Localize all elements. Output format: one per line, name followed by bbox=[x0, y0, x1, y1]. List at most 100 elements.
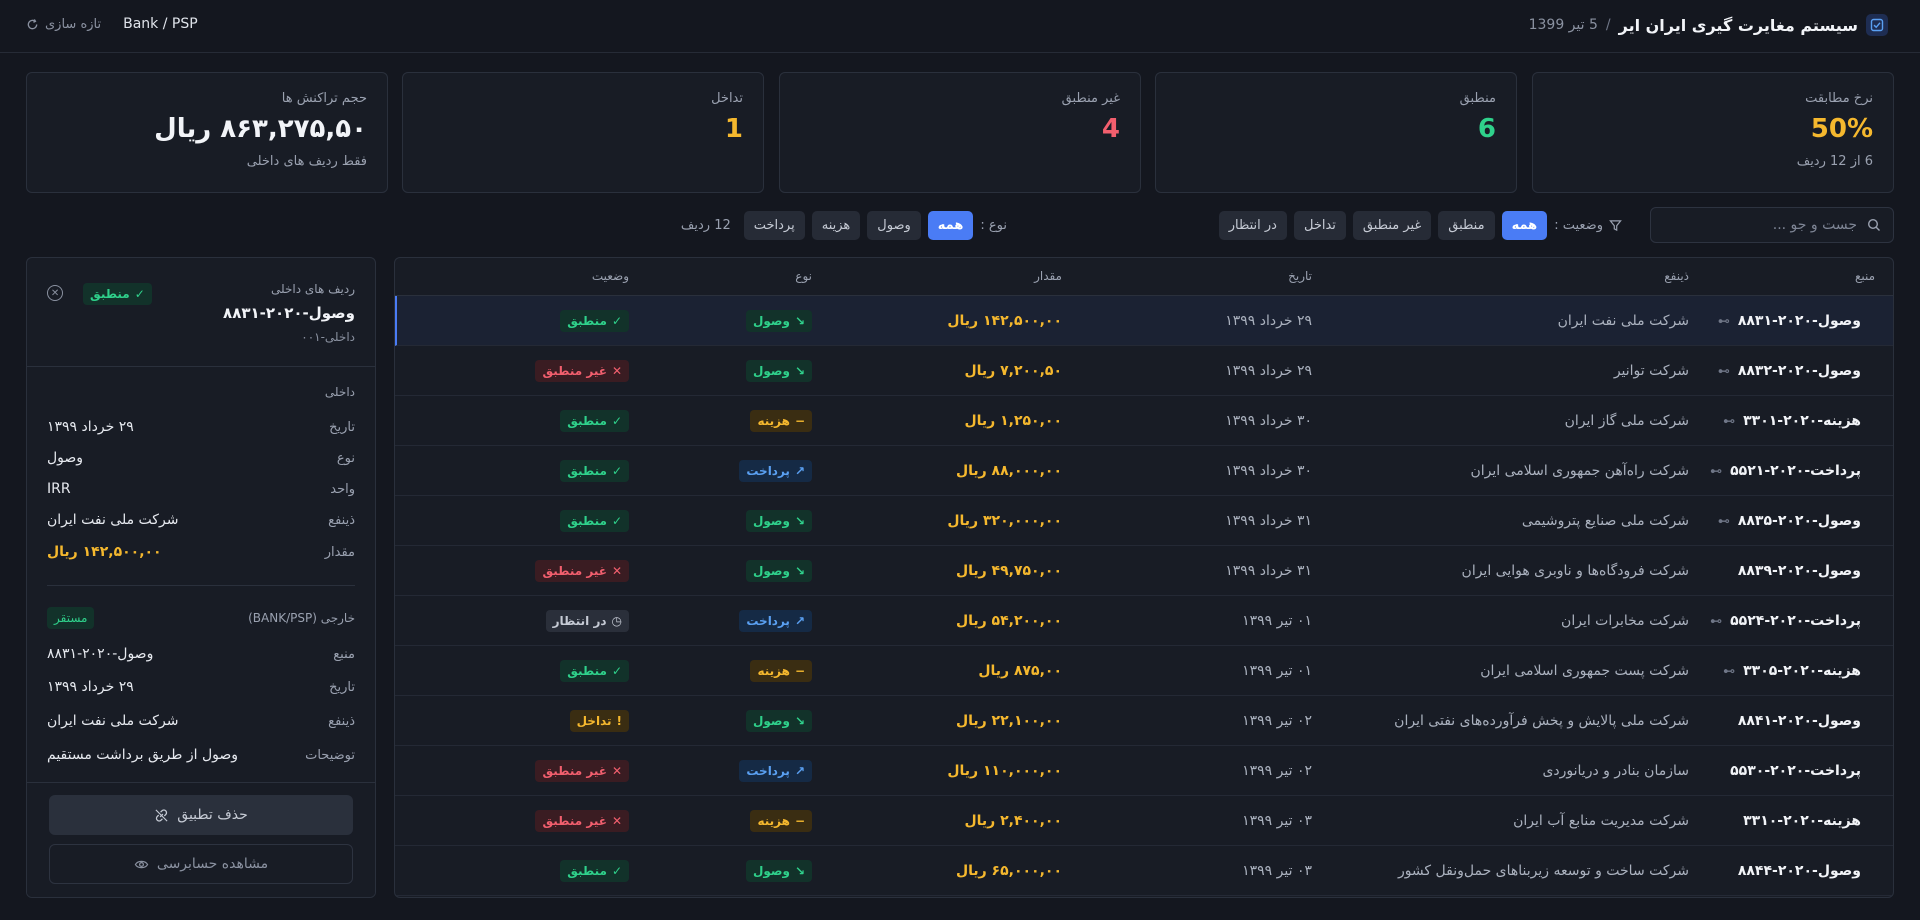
col-payee[interactable]: ذینفع bbox=[1664, 269, 1689, 283]
arrow-down-right-icon: ↘ bbox=[794, 364, 805, 378]
source-id: پرداخت-۲۰۲۰-۵۵۳۰ bbox=[1730, 763, 1861, 779]
table-row[interactable]: پرداخت-۲۰۲۰-۵۵۲۴ ⊶ شرکت مخابرات ایران ۰۱ تی… bbox=[395, 596, 1893, 646]
source-cell: پرداخت-۲۰۲۰-۵۵۳۰ bbox=[1730, 746, 1861, 796]
type-chip-expense[interactable]: هزینه bbox=[811, 210, 861, 240]
col-source[interactable]: منبع bbox=[1855, 269, 1875, 283]
status-chip-pending[interactable]: در انتظار bbox=[1218, 210, 1287, 240]
view-audit-button[interactable]: مشاهده حسابرسی bbox=[49, 844, 353, 884]
status-chip-matched[interactable]: منطبق bbox=[1438, 210, 1495, 240]
table-row[interactable]: وصول-۲۰۲۰-۸۸۴۱ شرکت ملی پالایش و پخش فرآو… bbox=[395, 696, 1893, 746]
search-input[interactable] bbox=[1667, 217, 1857, 233]
payee-cell: شرکت ملی گاز ایران bbox=[1564, 413, 1689, 429]
unmatch-button[interactable]: حذف تطبیق bbox=[49, 795, 353, 835]
table-row[interactable]: هزینه-۲۰۲۰-۳۳۰۱ ⊶ شرکت ملی گاز ایران ۳۰ خرد… bbox=[395, 396, 1893, 446]
payee-cell: شرکت توانیر bbox=[1613, 363, 1689, 379]
search-box[interactable] bbox=[1650, 207, 1894, 243]
brand: سیستم مغایرت گیری ایران ایر / 5 تیر 1399 bbox=[1529, 14, 1888, 36]
status-badge: ✓ منطبق bbox=[560, 310, 629, 332]
type-cell: ↗ پرداخت bbox=[739, 446, 812, 496]
date-cell: ۳۰ خرداد ۱۳۹۹ bbox=[1225, 413, 1312, 429]
payee-cell: شرکت ملی پالایش و پخش فرآورده‌های نفتی ا… bbox=[1394, 713, 1689, 729]
type-chip-all[interactable]: همه bbox=[927, 210, 974, 240]
type-chip-receipt[interactable]: وصول bbox=[867, 210, 921, 240]
status-badge: ✕ غیر منطبق bbox=[535, 560, 629, 582]
table-row[interactable]: هزینه-۲۰۲۰-۳۳۰۵ ⊶ شرکت پست جمهوری اسلامی ا… bbox=[395, 646, 1893, 696]
amount-cell: ۳۲۰,۰۰۰,۰۰ ریال bbox=[947, 513, 1062, 529]
type-label: وصول bbox=[752, 564, 790, 578]
type-label: وصول bbox=[752, 714, 790, 728]
bank-psp-link[interactable]: Bank / PSP bbox=[123, 16, 198, 32]
row-count: 12 ردیف bbox=[680, 217, 731, 233]
col-amount[interactable]: مقدار bbox=[1034, 269, 1062, 283]
type-chip-payment[interactable]: پرداخت bbox=[743, 210, 805, 240]
panel-title: وصول-۲۰۲۰-۸۸۳۱ bbox=[223, 304, 355, 322]
type-cell: ↘ وصول bbox=[745, 696, 812, 746]
status-badge: ✕ غیر منطبق bbox=[535, 360, 629, 382]
source-cell: هزینه-۲۰۲۰-۳۳۰۵ ⊶ bbox=[1723, 646, 1861, 696]
table-row[interactable]: وصول-۲۰۲۰-۸۸۴۴ شرکت ساخت و توسعه زیربناها… bbox=[395, 846, 1893, 896]
status-chip-conflict[interactable]: تداخل bbox=[1293, 210, 1346, 240]
status-chip-unmatched[interactable]: غیر منطبق bbox=[1352, 210, 1432, 240]
status-label: در انتظار bbox=[552, 614, 607, 628]
status-label: منطبق bbox=[567, 864, 607, 878]
stat-value: ۸۶۳,۲۷۵,۵۰ ریال bbox=[154, 114, 367, 144]
status-cell: ✕ غیر منطبق bbox=[535, 346, 629, 396]
status-cell: ✕ غیر منطبق bbox=[535, 546, 629, 596]
internal-section-label: داخلی bbox=[324, 385, 355, 399]
x-circle-icon: ✕ bbox=[611, 364, 622, 378]
type-cell: − هزینه bbox=[750, 396, 812, 446]
amount-cell: ۱,۲۵۰,۰۰ ریال bbox=[964, 413, 1062, 429]
arrow-up-right-icon: ↗ bbox=[794, 464, 805, 478]
field-key: ذینفع bbox=[328, 713, 355, 729]
payee-cell: شرکت پست جمهوری اسلامی ایران bbox=[1480, 663, 1689, 679]
arrow-down-right-icon: ↘ bbox=[794, 514, 805, 528]
type-badge: ↗ پرداخت bbox=[739, 610, 812, 632]
source-id: وصول-۲۰۲۰-۸۸۴۴ bbox=[1737, 863, 1861, 879]
table-row[interactable]: وصول-۲۰۲۰-۸۸۳۲ ⊶ شرکت توانیر ۲۹ خرداد ۱۳۹۹ ۷… bbox=[395, 346, 1893, 396]
field-value: شرکت ملی نفت ایران bbox=[47, 713, 179, 729]
table-row[interactable]: وصول-۲۰۲۰-۸۸۳۱ ⊶ شرکت ملی نفت ایران ۲۹ خردا… bbox=[395, 296, 1893, 346]
stat-value: 6 bbox=[1477, 114, 1496, 144]
table-row[interactable]: وصول-۲۰۲۰-۸۸۳۹ شرکت فرودگاه‌ها و ناوبری ه… bbox=[395, 546, 1893, 596]
amount-cell: ۸۸,۰۰۰,۰۰ ریال bbox=[955, 463, 1062, 479]
type-label: وصول bbox=[752, 514, 790, 528]
arrow-down-right-icon: ↘ bbox=[794, 564, 805, 578]
type-badge: ↘ وصول bbox=[745, 510, 812, 532]
top-bar: سیستم مغایرت گیری ایران ایر / 5 تیر 1399… bbox=[0, 0, 1920, 53]
status-filter-label: وضعیت : bbox=[1554, 218, 1622, 233]
x-circle-icon: ✕ bbox=[611, 814, 622, 828]
eye-icon bbox=[134, 860, 149, 868]
type-cell: − هزینه bbox=[750, 646, 812, 696]
table-row[interactable]: وصول-۲۰۲۰-۸۸۳۵ ⊶ شرکت ملی صنایع پتروشیمی ۳۱… bbox=[395, 496, 1893, 546]
status-label: منطبق bbox=[567, 464, 607, 478]
col-status[interactable]: وضعیت bbox=[592, 269, 629, 283]
field-key: منبع bbox=[333, 646, 355, 662]
stat-sub: فقط ردیف های داخلی bbox=[246, 154, 367, 169]
stat-value: 1 bbox=[724, 114, 743, 144]
refresh-button[interactable]: تازه سازی bbox=[26, 17, 101, 32]
minus-icon: − bbox=[794, 664, 805, 678]
type-label: هزینه bbox=[757, 814, 790, 828]
date-cell: ۳۱ خرداد ۱۳۹۹ bbox=[1225, 513, 1312, 529]
source-cell: پرداخت-۲۰۲۰-۵۵۲۱ ⊶ bbox=[1710, 446, 1861, 496]
col-type[interactable]: نوع bbox=[795, 269, 812, 283]
type-cell: ↘ وصول bbox=[745, 496, 812, 546]
status-chip-all[interactable]: همه bbox=[1501, 210, 1548, 240]
date-cell: ۲۹ خرداد ۱۳۹۹ bbox=[1225, 363, 1312, 379]
status-label: منطبق bbox=[567, 414, 607, 428]
filter-bar: وضعیت : همه منطبق غیر منطبق تداخل در انت… bbox=[0, 207, 1920, 243]
link-icon: ⊶ bbox=[1717, 364, 1730, 378]
amount-cell: ۸۷۵,۰۰ ریال bbox=[978, 663, 1062, 679]
type-filter-label: نوع : bbox=[980, 217, 1007, 233]
col-date[interactable]: تاریخ bbox=[1288, 269, 1312, 283]
table-row[interactable]: هزینه-۲۰۲۰-۳۳۱۰ شرکت مدیریت منابع آب ایرا… bbox=[395, 796, 1893, 846]
table-row[interactable]: پرداخت-۲۰۲۰-۵۵۳۰ سازمان بنادر و دریانوردی… bbox=[395, 746, 1893, 796]
filter-icon bbox=[1609, 219, 1622, 231]
divider bbox=[47, 585, 355, 586]
clock-icon: ◷ bbox=[611, 614, 622, 628]
amount-cell: ۱۴۲,۵۰۰,۰۰ ریال bbox=[947, 313, 1062, 329]
table-row[interactable]: پرداخت-۲۰۲۰-۵۵۲۱ ⊶ شرکت راه‌آهن جمهوری اسل… bbox=[395, 446, 1893, 496]
close-icon[interactable]: ✕ bbox=[47, 285, 63, 301]
arrow-up-right-icon: ↗ bbox=[794, 764, 805, 778]
external-status-badge: مستقر bbox=[47, 607, 95, 629]
